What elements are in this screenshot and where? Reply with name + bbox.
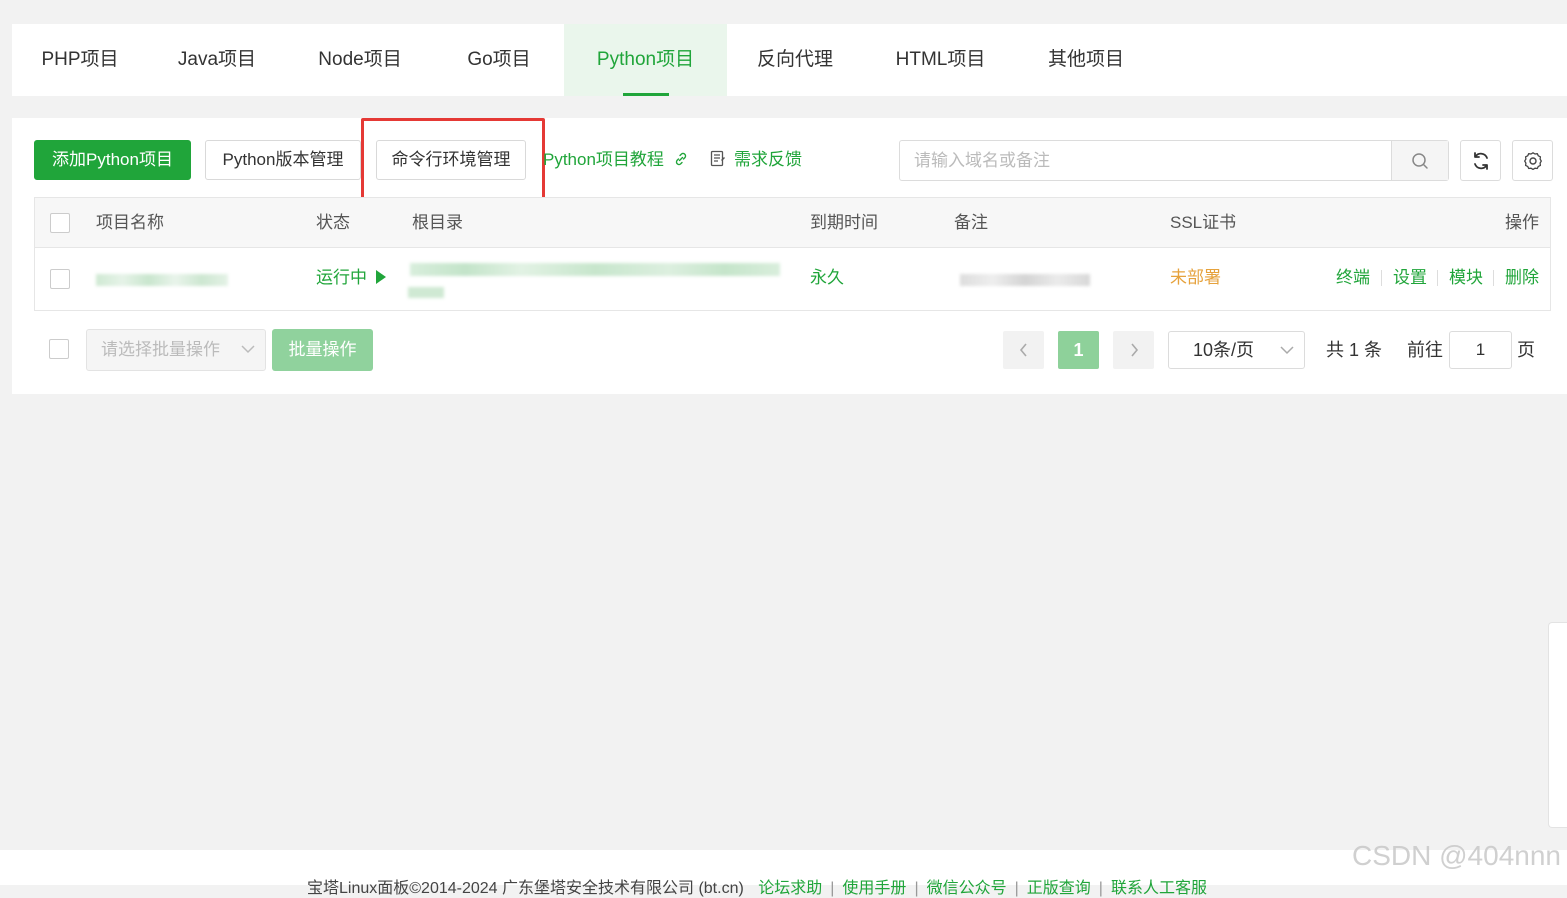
remark-redacted[interactable]: [960, 274, 1090, 286]
footer-link-manual[interactable]: 使用手册: [842, 880, 906, 897]
page-size-value: 10条/页: [1193, 340, 1255, 360]
project-type-tabs: PHP项目 Java项目 Node项目 Go项目 Python项目 反向代理 H…: [12, 24, 1567, 96]
play-icon: [375, 270, 386, 284]
project-name-redacted[interactable]: [96, 274, 228, 286]
header-status[interactable]: 状态: [316, 198, 350, 248]
footer-link-verify[interactable]: 正版查询: [1027, 880, 1091, 897]
refresh-button[interactable]: [1460, 140, 1501, 181]
feedback-doc-icon: [710, 150, 725, 167]
tab-reverse-proxy[interactable]: 反向代理: [727, 24, 863, 96]
footer-link-wechat[interactable]: 微信公众号: [927, 880, 1007, 897]
python-version-manager-button[interactable]: Python版本管理: [205, 140, 361, 180]
goto-label: 前往: [1407, 340, 1443, 360]
tab-html[interactable]: HTML项目: [863, 24, 1018, 96]
tab-other[interactable]: 其他项目: [1018, 24, 1154, 96]
header-project-name[interactable]: 项目名称: [96, 198, 164, 248]
delete-link[interactable]: 删除: [1505, 248, 1539, 308]
highlight-annotation-box: [361, 118, 545, 204]
watermark: CSDN @404nnn: [1352, 840, 1561, 871]
python-tutorial-link[interactable]: Python项目教程: [543, 140, 689, 180]
terminal-link[interactable]: 终端: [1336, 248, 1370, 308]
status-running[interactable]: 运行中: [316, 248, 386, 308]
header-ssl: SSL证书: [1170, 213, 1237, 232]
add-python-project-button[interactable]: 添加Python项目: [34, 140, 191, 180]
tab-go[interactable]: Go项目: [434, 24, 564, 96]
header-expire-time[interactable]: 到期时间: [810, 198, 878, 248]
refresh-icon: [1474, 152, 1488, 170]
search-box: [899, 140, 1449, 181]
header-root-dir: 根目录: [412, 213, 463, 232]
chevron-down-icon: [1280, 346, 1294, 355]
row-checkbox[interactable]: [50, 269, 70, 289]
chevron-left-icon: [1019, 343, 1027, 357]
project-table: 项目名称 状态 根目录 到期时间 备注 SSL证书 操作 运行中 永久 未部署 …: [34, 197, 1551, 311]
op-divider: [1381, 270, 1382, 286]
page-suffix: 页: [1517, 340, 1535, 360]
prev-page-button[interactable]: [1003, 331, 1044, 369]
footer-text: 宝塔Linux面板©2014-2024 广东堡塔安全技术有限公司 (bt.cn)…: [307, 880, 1207, 897]
root-dir-redacted[interactable]: [410, 263, 780, 276]
gear-icon: [1524, 152, 1542, 171]
header-remark: 备注: [954, 213, 988, 232]
side-service-widget[interactable]: [1548, 622, 1567, 828]
tab-python[interactable]: Python项目: [564, 24, 727, 96]
search-button[interactable]: [1391, 141, 1448, 180]
chevron-down-icon: [241, 345, 255, 354]
total-count: 共 1 条: [1326, 340, 1383, 360]
python-tutorial-label: Python项目教程: [543, 150, 664, 169]
settings-button[interactable]: [1512, 140, 1553, 181]
footer-link-support[interactable]: 联系人工客服: [1111, 880, 1207, 897]
feedback-label: 需求反馈: [734, 150, 802, 169]
goto-page-input[interactable]: [1449, 331, 1512, 369]
search-icon: [1412, 153, 1428, 169]
expire-time-value[interactable]: 永久: [810, 248, 844, 308]
tab-php[interactable]: PHP项目: [12, 24, 148, 96]
page-size-select[interactable]: 10条/页: [1168, 331, 1305, 369]
tab-node[interactable]: Node项目: [286, 24, 434, 96]
batch-select-placeholder: 请选择批量操作: [101, 340, 220, 359]
batch-operation-select[interactable]: 请选择批量操作: [86, 329, 266, 371]
settings-link[interactable]: 设置: [1393, 248, 1427, 308]
root-dir-redacted-line2: [408, 287, 444, 298]
chevron-right-icon: [1130, 343, 1138, 357]
footer-copyright: 宝塔Linux面板©2014-2024 广东堡塔安全技术有限公司 (bt.cn): [307, 880, 744, 897]
op-divider: [1437, 270, 1438, 286]
select-all-checkbox[interactable]: [50, 213, 70, 233]
feedback-link[interactable]: 需求反馈: [710, 140, 802, 180]
next-page-button[interactable]: [1113, 331, 1154, 369]
batch-select-all-checkbox[interactable]: [49, 339, 69, 359]
batch-operation-button[interactable]: 批量操作: [272, 329, 373, 371]
modules-link[interactable]: 模块: [1449, 248, 1483, 308]
header-operations: 操作: [1505, 213, 1539, 232]
page-number-current[interactable]: 1: [1058, 331, 1099, 369]
search-input[interactable]: [900, 141, 1392, 180]
external-link-icon: [675, 152, 686, 166]
footer: 宝塔Linux面板©2014-2024 广东堡塔安全技术有限公司 (bt.cn)…: [0, 850, 1567, 897]
status-label: 运行中: [316, 268, 367, 287]
ssl-status[interactable]: 未部署: [1170, 248, 1221, 308]
table-header: 项目名称 状态 根目录 到期时间 备注 SSL证书 操作: [35, 198, 1550, 248]
footer-link-forum[interactable]: 论坛求助: [758, 880, 822, 897]
op-divider: [1493, 270, 1494, 286]
tab-java[interactable]: Java项目: [148, 24, 286, 96]
